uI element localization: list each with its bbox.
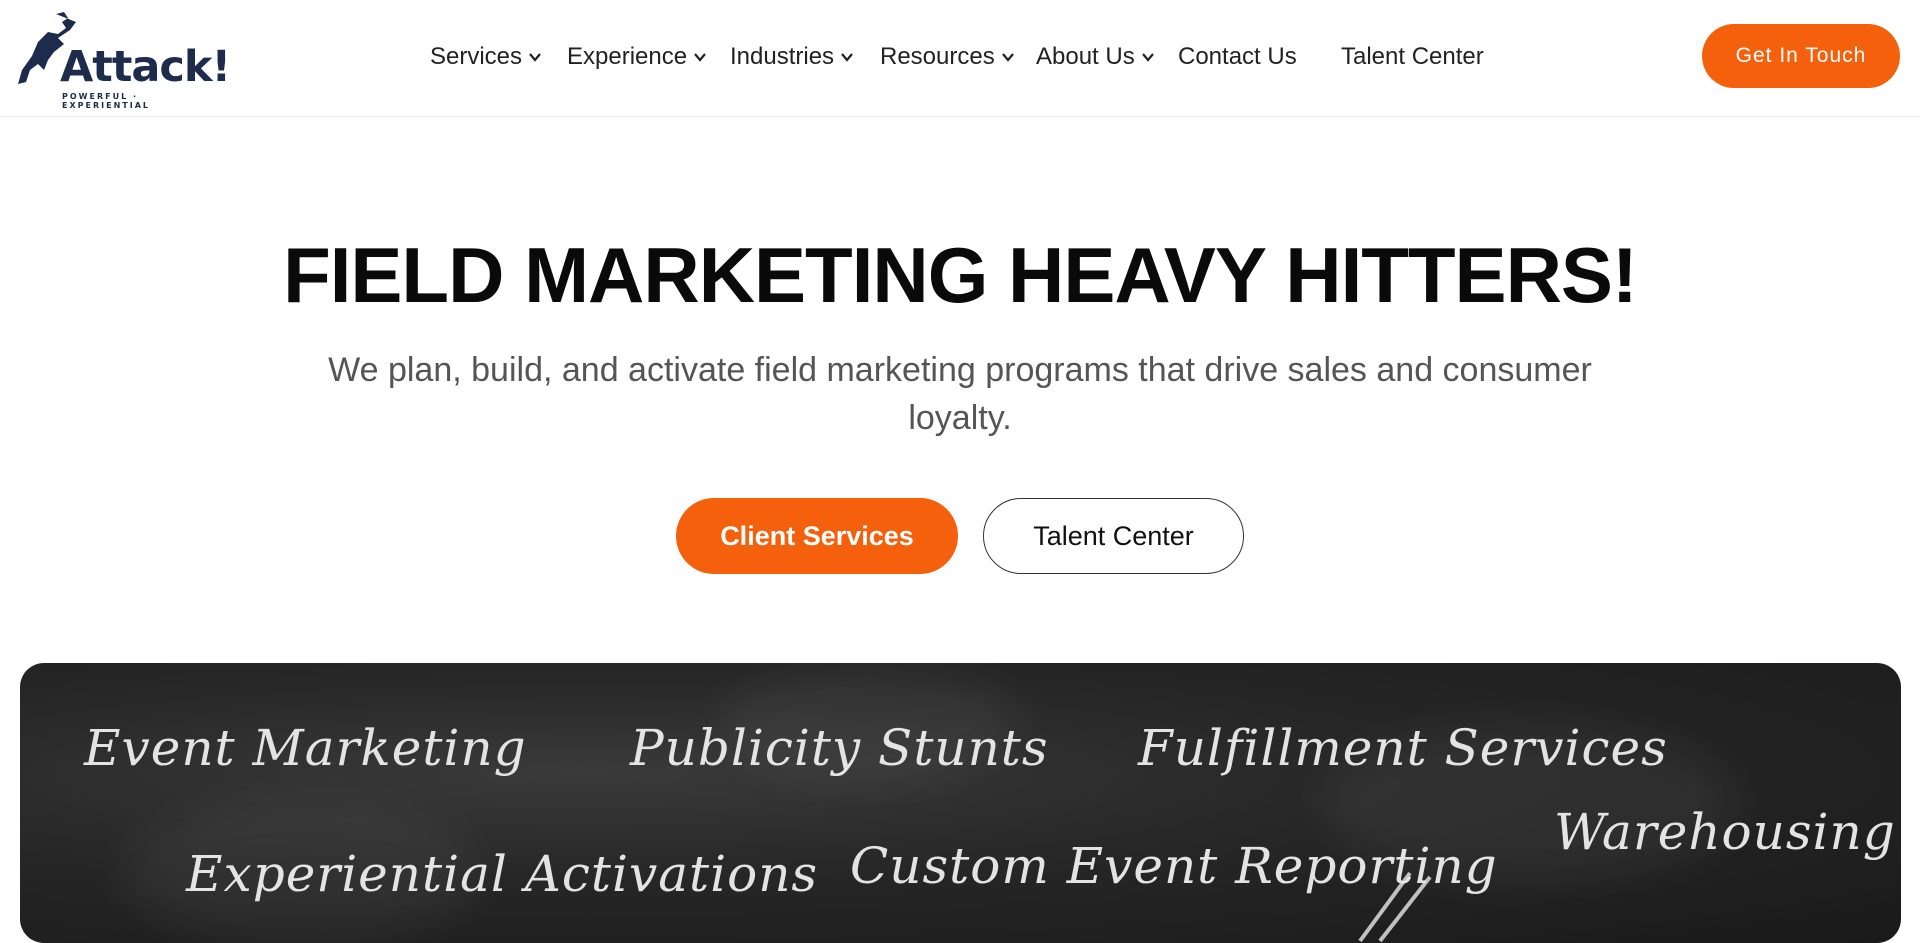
- hero-subtitle: We plan, build, and activate field marke…: [328, 351, 1592, 437]
- chalk-phrase: Experiential Activations: [186, 845, 819, 903]
- chalkboard-banner: Event Marketing Publicity Stunts Fulfill…: [20, 663, 1901, 943]
- chalk-phrase: Fulfillment Services: [1138, 719, 1668, 777]
- get-in-touch-button[interactable]: Get In Touch: [1702, 24, 1900, 88]
- logo-wordmark: Attack!: [60, 42, 231, 92]
- chevron-down-icon: [1141, 53, 1154, 62]
- nav-item-talent-center[interactable]: Talent Center: [1341, 42, 1484, 72]
- chalk-stroke-icon: [1358, 871, 1432, 943]
- talent-center-button[interactable]: Talent Center: [983, 498, 1244, 574]
- logo-tagline: POWERFUL · EXPERIENTIAL: [62, 92, 150, 110]
- nav-item-about-us[interactable]: About Us: [1036, 42, 1155, 72]
- nav-item-label: Resources: [880, 43, 995, 70]
- nav-item-label: Contact Us: [1178, 43, 1297, 70]
- site-header: Attack! POWERFUL · EXPERIENTIAL Services…: [0, 0, 1920, 117]
- hero-title: FIELD MARKETING HEAVY HITTERS!: [283, 231, 1638, 319]
- chevron-down-icon: [529, 53, 541, 62]
- client-services-button[interactable]: Client Services: [676, 498, 958, 574]
- chevron-down-icon: [694, 53, 706, 62]
- attack-logo[interactable]: Attack! POWERFUL · EXPERIENTIAL: [18, 12, 231, 110]
- nav-item-label: Industries: [730, 43, 835, 70]
- nav-item-resources[interactable]: Resources: [880, 42, 1015, 72]
- nav-item-experience[interactable]: Experience: [567, 42, 707, 72]
- chevron-down-icon: [841, 53, 853, 62]
- nav-item-contact-us[interactable]: Contact Us: [1178, 42, 1297, 72]
- nav-item-industries[interactable]: Industries: [730, 42, 854, 72]
- chalk-phrase: Warehousing: [1554, 803, 1896, 861]
- nav-item-services[interactable]: Services: [430, 42, 542, 72]
- nav-item-label: Services: [430, 43, 523, 70]
- nav-item-label: Talent Center: [1341, 43, 1484, 70]
- nav-item-label: About Us: [1036, 43, 1135, 70]
- nav-item-label: Experience: [567, 43, 688, 70]
- chevron-down-icon: [1001, 53, 1014, 62]
- chalk-phrase: Event Marketing: [84, 719, 527, 777]
- chalk-phrase: Publicity Stunts: [630, 719, 1049, 777]
